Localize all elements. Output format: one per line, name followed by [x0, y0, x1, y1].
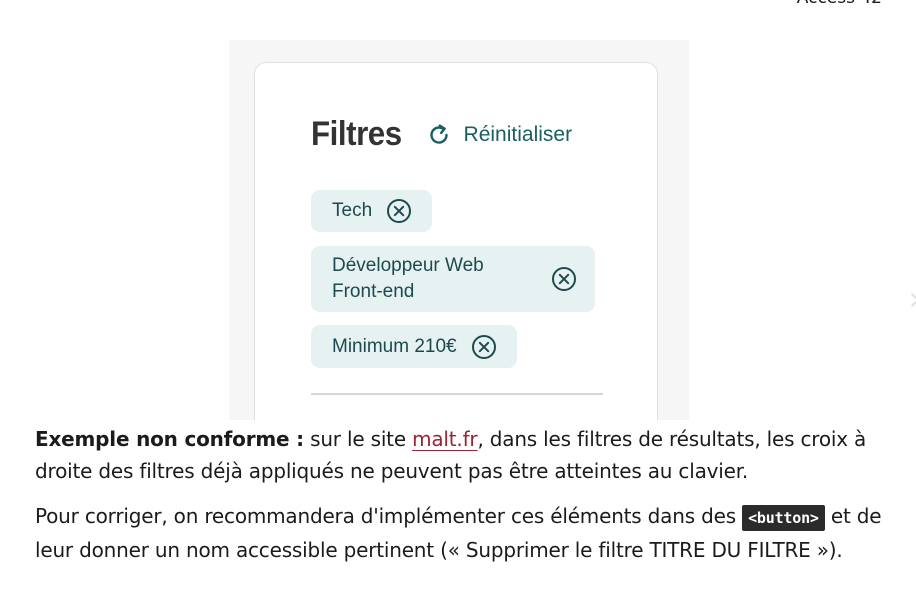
- example-screenshot: Filtres Réinitialiser Tech Développeur W…: [229, 40, 689, 420]
- reset-filters-label: Réinitialiser: [463, 122, 573, 146]
- close-circle-icon[interactable]: [551, 266, 577, 292]
- para1-text-before-link: sur le site: [303, 427, 413, 451]
- filters-card: Filtres Réinitialiser Tech Développeur W…: [254, 62, 658, 420]
- filter-chip-minimum: Minimum 210€: [311, 325, 517, 368]
- filter-chip-tech: Tech: [311, 190, 433, 232]
- fix-paragraph: Pour corriger, on recommandera d'impléme…: [35, 500, 895, 566]
- refresh-icon: [429, 123, 448, 144]
- filter-chip-developpeur: Développeur Web Front-end: [311, 246, 595, 312]
- top-right-label: Access 42: [797, 0, 882, 8]
- button-code: <button>: [742, 505, 825, 531]
- close-circle-icon[interactable]: [386, 198, 412, 224]
- filters-header: Filtres Réinitialiser: [311, 115, 572, 154]
- filter-chip-label: Développeur Web Front-end: [332, 255, 484, 302]
- filters-divider: [311, 393, 603, 395]
- filter-chip-label: Minimum 210€: [332, 335, 457, 357]
- filters-title: Filtres: [311, 115, 402, 153]
- malt-link[interactable]: malt.fr: [412, 427, 478, 451]
- close-circle-icon[interactable]: [471, 334, 497, 360]
- page: Access 42 › Filtres Réinitialiser Tech: [0, 0, 916, 615]
- para2-text-before-code: Pour corriger, on recommandera d'impléme…: [35, 504, 743, 528]
- reset-filters-button[interactable]: Réinitialiser: [426, 122, 573, 148]
- example-label: Exemple non conforme :: [35, 427, 304, 451]
- chevron-right-icon[interactable]: ›: [908, 282, 916, 316]
- filter-chip-label: Tech: [332, 200, 373, 221]
- example-paragraph: Exemple non conforme : sur le site malt.…: [35, 423, 895, 487]
